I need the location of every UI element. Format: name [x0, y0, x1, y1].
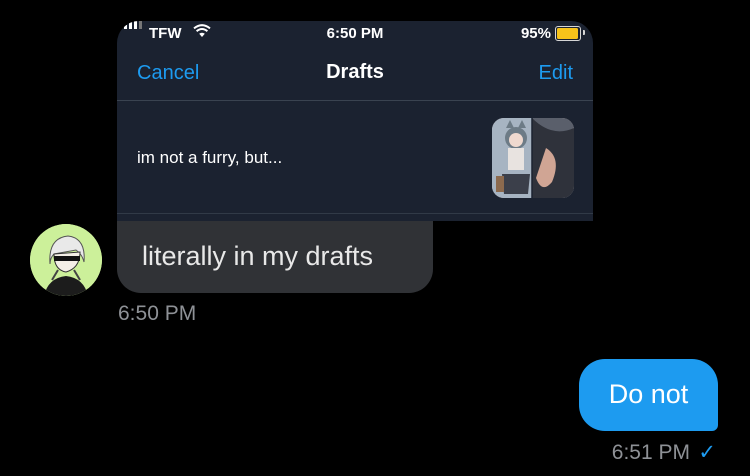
thumbnail-image — [492, 118, 574, 198]
sent-message-bubble[interactable]: Do not — [579, 359, 718, 431]
received-message-text: literally in my drafts — [142, 241, 374, 271]
check-icon: ✓ — [698, 441, 716, 464]
draft-text[interactable]: im not a furry, but... — [137, 148, 282, 168]
sent-message-text: Do not — [608, 379, 689, 409]
edit-button[interactable]: Edit — [539, 62, 573, 85]
divider — [117, 100, 593, 101]
battery-fill — [557, 28, 578, 39]
received-timestamp: 6:50 PM — [118, 302, 197, 325]
battery-percent: 95% — [520, 25, 551, 42]
status-bar: TFW 6:50 PM 95% — [117, 21, 593, 47]
battery-icon — [555, 26, 585, 41]
nav-bar: Cancel Drafts Edit — [117, 47, 593, 100]
received-message-bubble[interactable]: literally in my drafts — [117, 221, 433, 293]
divider — [117, 213, 593, 214]
draft-thumbnail[interactable] — [492, 118, 574, 198]
nav-title: Drafts — [326, 61, 384, 83]
avatar[interactable] — [30, 224, 102, 296]
avatar-image — [30, 224, 102, 296]
image-attachment[interactable]: TFW 6:50 PM 95% Cancel Drafts Edit im no… — [117, 21, 593, 221]
sent-timestamp: 6:51 PM — [611, 441, 690, 464]
